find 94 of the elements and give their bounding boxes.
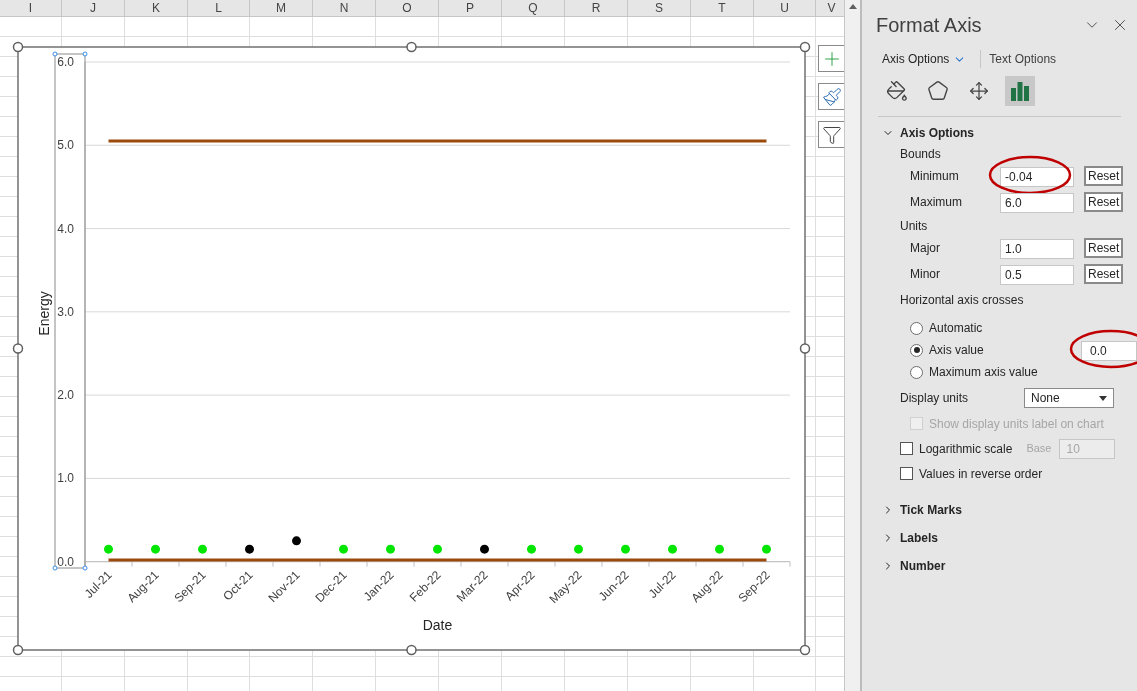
column-header[interactable]: J [62,0,125,16]
checkbox-label[interactable]: Values in reverse order [919,464,1043,483]
pane-tab[interactable]: Axis Options [882,50,975,68]
radio-label[interactable]: Automatic [929,319,1043,337]
y-tick-label: 4.0 [57,221,74,236]
data-point [574,544,583,554]
radio-button[interactable] [910,321,923,335]
data-point [762,544,771,554]
axis-value-field[interactable]: 0.0 [1081,341,1137,361]
resize-handle[interactable] [799,343,811,354]
pane-tab[interactable]: Text Options [980,50,1065,68]
section-header[interactable]: Axis Options [862,123,1137,143]
y-axis-title: Energy [36,291,52,336]
bar-chart-icon [1010,81,1030,101]
funnel-icon [821,124,842,145]
y-tick-label: 3.0 [57,304,74,319]
vertical-scrollbar[interactable] [844,0,860,691]
brush-icon [821,86,842,107]
number-field[interactable]: 0.5 [1000,265,1074,285]
data-point [292,536,301,546]
section-header[interactable]: Labels [862,524,1137,552]
number-field[interactable]: 1.0 [1000,239,1074,259]
column-header[interactable]: N [313,0,376,16]
column-header[interactable]: Q [502,0,565,16]
column-header[interactable]: I [0,0,62,16]
y-tick-label: 5.0 [57,138,74,153]
dropdown-arrow-icon [1099,395,1107,401]
reset-button[interactable]: Reset [1084,192,1124,212]
radio-label[interactable]: Axis value [929,341,1043,359]
column-header[interactable]: K [125,0,188,16]
resize-handle[interactable] [12,343,24,354]
checkbox[interactable] [900,467,913,480]
pentagon-icon [927,80,949,102]
checkbox[interactable] [900,442,913,455]
checkbox-label[interactable]: Logarithmic scale [919,439,1013,458]
reset-button[interactable]: Reset [1084,238,1124,258]
resize-handle[interactable] [406,644,417,656]
number-field[interactable]: 6.0 [1000,193,1074,213]
reset-button[interactable]: Reset [1084,166,1124,186]
data-point [715,544,724,554]
resize-handle[interactable] [12,644,24,656]
resize-handle[interactable] [406,41,417,53]
data-point [386,544,395,554]
field-label: Minor [910,266,941,283]
data-point [104,544,113,554]
data-point [527,544,536,554]
x-axis-title: Date [422,617,453,633]
size-icon [969,81,989,101]
chart-elements-button[interactable] [818,45,845,72]
radio-label[interactable]: Maximum axis value [929,363,1043,381]
data-point [198,544,207,554]
display-units-dropdown[interactable]: None [1024,388,1114,408]
radio-button[interactable] [910,343,923,357]
field-label: Minimum [910,168,960,185]
y-tick-label: 2.0 [57,388,74,403]
column-header[interactable]: U [754,0,816,16]
y-tick-label: 6.0 [57,55,74,69]
chart-styles-button[interactable] [818,83,845,110]
data-point [339,544,348,554]
column-header[interactable]: O [376,0,439,16]
data-point [151,544,160,554]
data-point [668,544,677,554]
field-label: Major [910,240,941,257]
group-label: Horizontal axis crosses [899,292,1025,309]
chart-filters-button[interactable] [818,121,845,148]
data-point [245,544,254,554]
resize-handle[interactable] [799,41,811,53]
column-header[interactable]: L [188,0,250,16]
group-label: Bounds [899,146,942,163]
column-header[interactable]: T [691,0,754,16]
scroll-up-arrow-icon [848,4,857,9]
column-header[interactable]: M [250,0,313,16]
data-point [480,544,489,554]
radio-button[interactable] [910,365,923,379]
y-tick-label: 0.0 [57,554,74,569]
number-field[interactable]: -0.04 [1000,167,1074,187]
column-header[interactable]: P [439,0,502,16]
base-label: Base [1026,441,1052,457]
column-header[interactable]: R [565,0,628,16]
paint-bucket-icon [886,80,908,102]
field-label: Display units [900,390,970,407]
section-header[interactable]: Number [862,552,1137,580]
resize-handle[interactable] [799,644,811,656]
resize-handle[interactable] [12,41,24,53]
reset-button[interactable]: Reset [1084,264,1124,284]
section-header[interactable]: Tick Marks [862,496,1137,524]
field-label: Maximum [910,194,963,211]
data-point [621,544,630,554]
data-point [433,544,442,554]
group-label: Units [899,218,929,235]
pane-title: Format Axis [876,13,982,38]
pane-icon-tab[interactable] [1005,76,1035,106]
y-tick-label: 1.0 [57,471,74,486]
column-header[interactable]: S [628,0,691,16]
